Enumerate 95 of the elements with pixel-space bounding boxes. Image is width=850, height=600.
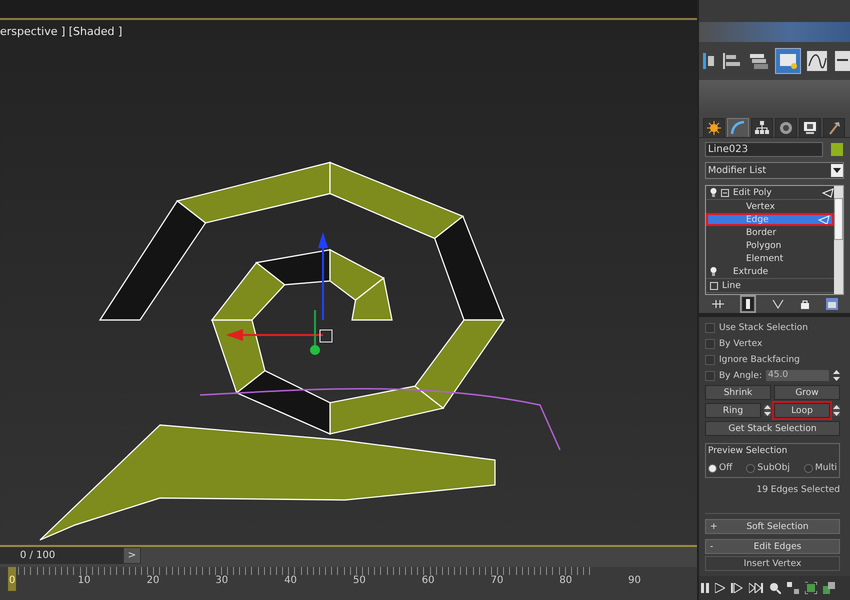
triangle-icon <box>818 214 830 224</box>
rollout-title: Soft Selection <box>745 522 810 532</box>
cubes-icon[interactable] <box>823 582 835 594</box>
panel-tab[interactable] <box>799 118 821 137</box>
selection-button[interactable]: Loop <box>774 403 830 418</box>
checkbox-label[interactable]: By Angle: <box>719 370 762 380</box>
hierarchy-icon <box>755 121 769 135</box>
rollout-title: Edit Edges <box>752 542 802 552</box>
next-key-icon[interactable] <box>731 583 743 593</box>
radio-label[interactable]: Off <box>719 463 732 473</box>
cube-icon[interactable] <box>805 582 817 594</box>
configure-icon[interactable] <box>826 298 838 310</box>
frame-counter[interactable]: 0 / 100 <box>0 547 123 564</box>
bulb-icon <box>710 188 717 197</box>
target-icon <box>779 121 793 135</box>
panel-tab[interactable] <box>703 118 725 137</box>
edit-edges-button[interactable]: Insert Vertex <box>705 556 840 571</box>
viewport-label[interactable]: erspective ] [Shaded ] <box>0 25 122 38</box>
checkbox[interactable] <box>705 338 715 348</box>
radio-button[interactable] <box>746 464 756 472</box>
selection-button[interactable]: Get Stack Selection <box>705 421 840 436</box>
panel-tab[interactable] <box>823 118 845 137</box>
panel-tab[interactable] <box>751 118 773 137</box>
tick-label: 60 <box>422 575 436 586</box>
tick-label: 0 <box>9 575 16 586</box>
lock-icon[interactable] <box>800 299 808 309</box>
spinner-arrows-icon[interactable] <box>833 405 840 416</box>
play-icon[interactable] <box>715 583 725 593</box>
tick-label: 50 <box>352 575 367 586</box>
rollout-sign: - <box>710 542 714 552</box>
triangle-icon <box>822 188 834 198</box>
go-to-end-icon[interactable] <box>749 583 763 593</box>
align-icon[interactable] <box>722 51 742 71</box>
checkbox[interactable] <box>705 322 715 332</box>
timeline-ruler[interactable]: 0 10 20 30 40 50 60 70 80 90 <box>0 567 697 600</box>
checkbox-label[interactable]: Use Stack Selection <box>719 322 808 332</box>
panel-icon[interactable] <box>776 49 800 73</box>
stack-sub-item[interactable]: Polygon <box>706 239 834 252</box>
collapse-icon <box>721 188 729 196</box>
object-icon <box>710 282 718 290</box>
schematic-icon[interactable] <box>834 50 850 72</box>
zoom-extents-icon[interactable] <box>787 582 799 594</box>
group-title: Preview Selection <box>708 446 788 456</box>
stack-item[interactable]: Line <box>706 279 834 293</box>
tick-label: 40 <box>284 575 298 586</box>
time-slider-handle[interactable] <box>8 567 16 591</box>
radio-label[interactable]: Multi <box>814 463 837 473</box>
angle-spinner-field[interactable]: 45.0 <box>766 370 829 381</box>
radio-button[interactable] <box>708 464 717 472</box>
object-name-field[interactable]: Line023 <box>705 142 823 157</box>
pause-icon[interactable] <box>701 583 709 593</box>
checkbox-label[interactable]: By Vertex <box>719 338 762 348</box>
tick-label: 90 <box>628 575 642 586</box>
zoom-icon[interactable] <box>769 582 781 594</box>
object-color-swatch[interactable] <box>831 143 843 156</box>
selection-button[interactable]: Ring <box>705 403 761 418</box>
tick-label: 80 <box>559 575 574 586</box>
radio-label[interactable]: SubObj <box>757 463 790 473</box>
selection-button[interactable]: Grow <box>774 385 840 400</box>
align-icon[interactable] <box>702 51 716 71</box>
rollout-header[interactable]: - Edit Edges <box>705 539 840 554</box>
caret-icon <box>831 164 843 177</box>
rollout-sign: + <box>710 522 719 532</box>
sun-icon <box>707 121 721 135</box>
spinner-arrows-icon[interactable] <box>833 370 840 381</box>
stack-item[interactable]: Extrude <box>706 265 834 279</box>
scrollbar[interactable] <box>834 186 843 294</box>
tick-label: 70 <box>490 575 504 586</box>
stack-item[interactable]: Edit Poly <box>706 186 834 200</box>
next-frame-button[interactable]: > <box>123 547 141 564</box>
panel-tab[interactable] <box>775 118 797 137</box>
checkbox-label[interactable]: Ignore Backfacing <box>719 354 800 364</box>
spinner-arrows-icon[interactable] <box>764 405 771 416</box>
show-end-result-icon[interactable] <box>740 296 754 312</box>
bulb-icon <box>710 267 717 276</box>
curve-editor-icon[interactable] <box>806 50 828 72</box>
monitor-icon <box>803 121 817 135</box>
tick-label: 10 <box>78 575 92 586</box>
pin-icon[interactable] <box>712 299 724 309</box>
radio-button[interactable] <box>804 464 813 472</box>
stack-sub-item[interactable]: Element <box>706 252 834 265</box>
checkbox[interactable] <box>705 354 715 364</box>
tick-label: 20 <box>146 575 160 586</box>
modifier-list-dropdown[interactable]: Modifier List <box>705 162 844 179</box>
curve-icon <box>731 121 745 135</box>
stack-sub-item[interactable]: Vertex <box>706 200 834 213</box>
checkbox[interactable] <box>705 370 715 380</box>
hammer-icon <box>827 121 841 135</box>
selection-status-text: 19 Edges Selected <box>755 485 840 495</box>
selection-button[interactable]: Shrink <box>705 385 771 400</box>
rollout-header[interactable]: + Soft Selection <box>705 519 840 534</box>
fork-icon[interactable] <box>772 299 784 309</box>
tick-label: 30 <box>215 575 230 586</box>
layers-icon[interactable] <box>748 51 770 71</box>
stack-sub-item[interactable]: Border <box>706 226 834 239</box>
